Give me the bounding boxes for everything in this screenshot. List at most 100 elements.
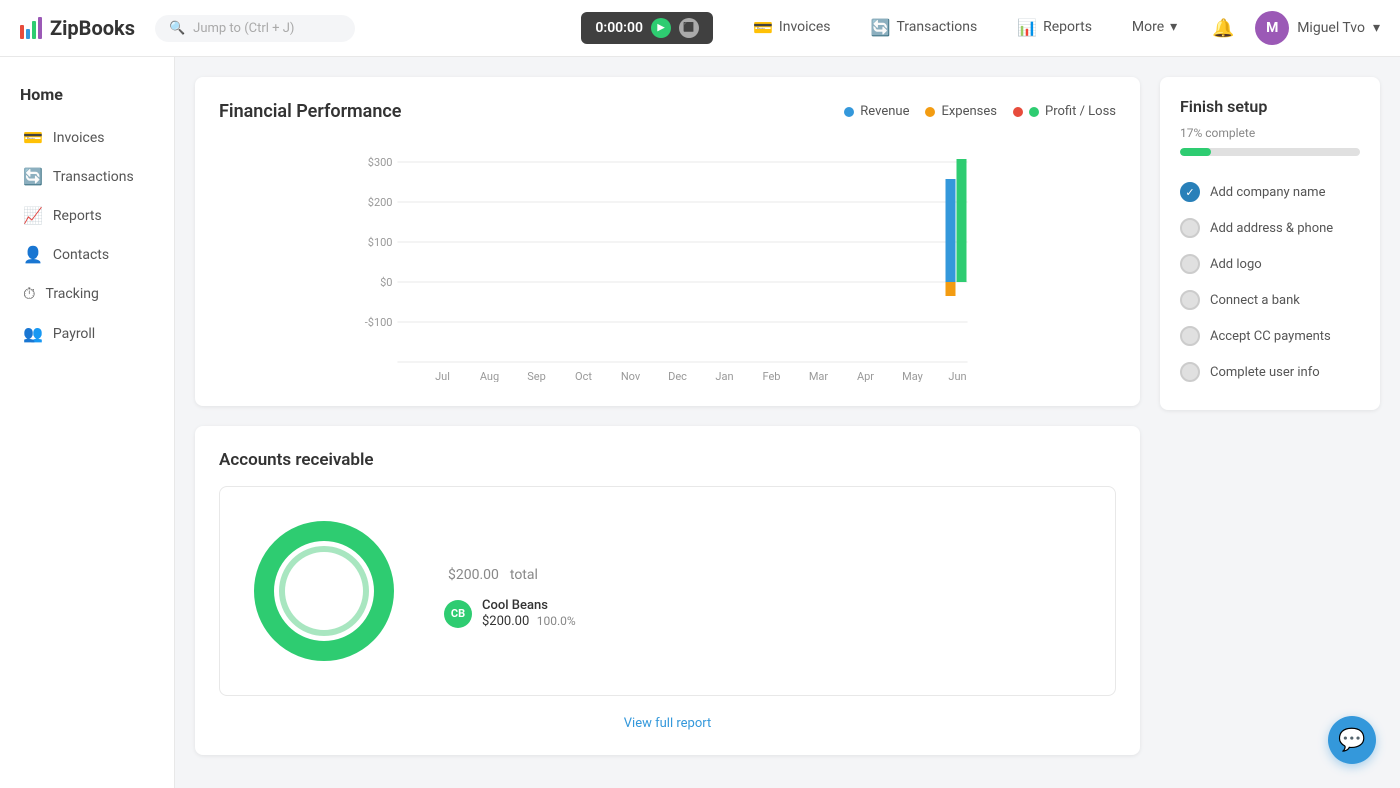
user-chevron-icon: ▾ [1373, 20, 1380, 36]
setup-item-bank[interactable]: Connect a bank [1180, 282, 1360, 318]
sidebar-home: Home [0, 77, 174, 118]
sidebar: Home 💳 Invoices 🔄 Transactions 📈 Reports… [0, 57, 175, 788]
chart-svg: $300 $200 $100 $0 -$100 Jul Aug Sep Oct … [219, 142, 1116, 382]
client-amount-row: $200.00 100.0% [482, 613, 576, 629]
right-panel: Finish setup 17% complete ✓ Add company … [1160, 77, 1380, 768]
nav-item-transactions[interactable]: 🔄 Transactions [851, 0, 998, 57]
progress-bar-bg [1180, 148, 1360, 156]
nav-item-invoices[interactable]: 💳 Invoices [733, 0, 851, 57]
setup-item-cc[interactable]: Accept CC payments [1180, 318, 1360, 354]
chart-container: $300 $200 $100 $0 -$100 Jul Aug Sep Oct … [219, 142, 1116, 382]
check-logo [1180, 254, 1200, 274]
svg-text:Feb: Feb [763, 370, 781, 382]
timer-display: 0:00:00 [595, 20, 643, 36]
search-icon: 🔍 [169, 21, 185, 36]
accounts-item: CB Cool Beans $200.00 100.0% [444, 598, 576, 629]
setup-cc-label: Accept CC payments [1210, 329, 1331, 344]
timer-widget: 0:00:00 ▶ ⬛ [581, 12, 713, 44]
expenses-dot [925, 107, 935, 117]
header-nav: 💳 Invoices 🔄 Transactions 📊 Reports More… [733, 0, 1197, 57]
reports-sidebar-icon: 📈 [23, 206, 43, 225]
check-bank [1180, 290, 1200, 310]
legend-revenue-label: Revenue [860, 104, 909, 119]
sidebar-item-transactions[interactable]: 🔄 Transactions [0, 157, 174, 196]
sidebar-item-invoices[interactable]: 💳 Invoices [0, 118, 174, 157]
chat-button[interactable]: 💬 [1328, 716, 1376, 764]
main-layout: Home 💳 Invoices 🔄 Transactions 📈 Reports… [0, 57, 1400, 788]
nav-item-reports[interactable]: 📊 Reports [997, 0, 1112, 57]
setup-userinfo-label: Complete user info [1210, 365, 1320, 380]
setup-item-logo[interactable]: Add logo [1180, 246, 1360, 282]
accounts-inner: $200.00 total CB Cool Beans $200.00 [219, 486, 1116, 696]
svg-text:Jan: Jan [715, 370, 733, 382]
svg-text:Apr: Apr [857, 370, 874, 382]
setup-logo-label: Add logo [1210, 257, 1262, 272]
client-name: Cool Beans [482, 598, 576, 613]
sidebar-reports-label: Reports [53, 208, 102, 224]
progress-bar-fill [1180, 148, 1211, 156]
sidebar-transactions-label: Transactions [53, 169, 134, 185]
invoices-icon: 💳 [753, 18, 773, 37]
setup-item-company[interactable]: ✓ Add company name [1180, 174, 1360, 210]
svg-text:$300: $300 [368, 156, 393, 169]
svg-text:Mar: Mar [809, 370, 829, 382]
nav-reports-label: Reports [1043, 19, 1092, 35]
setup-item-userinfo[interactable]: Complete user info [1180, 354, 1360, 390]
setup-title: Finish setup [1180, 97, 1360, 116]
timer-play-button[interactable]: ▶ [651, 18, 671, 38]
donut-svg [244, 511, 404, 671]
invoices-sidebar-icon: 💳 [23, 128, 43, 147]
logo[interactable]: ZipBooks [20, 16, 135, 40]
transactions-sidebar-icon: 🔄 [23, 167, 43, 186]
fp-legend: Revenue Expenses Profit / Loss [844, 104, 1116, 119]
legend-expenses: Expenses [925, 104, 997, 119]
nav-more-label: More [1132, 19, 1164, 35]
financial-performance-card: Financial Performance Revenue Expenses [195, 77, 1140, 406]
sidebar-item-contacts[interactable]: 👤 Contacts [0, 235, 174, 274]
contacts-sidebar-icon: 👤 [23, 245, 43, 264]
tracking-sidebar-icon: ⏱ [23, 284, 35, 304]
bar-jun-expenses [946, 282, 956, 296]
client-details: Cool Beans $200.00 100.0% [482, 598, 576, 629]
svg-text:May: May [902, 370, 924, 382]
fp-title: Financial Performance [219, 101, 401, 122]
sidebar-tracking-label: Tracking [45, 286, 98, 302]
sidebar-item-payroll[interactable]: 👥 Payroll [0, 314, 174, 353]
sidebar-contacts-label: Contacts [53, 247, 109, 263]
svg-text:Sep: Sep [527, 370, 546, 382]
check-cc [1180, 326, 1200, 346]
setup-item-address[interactable]: Add address & phone [1180, 210, 1360, 246]
legend-expenses-label: Expenses [941, 104, 997, 119]
nav-transactions-label: Transactions [896, 19, 977, 35]
accounts-info: $200.00 total CB Cool Beans $200.00 [444, 553, 576, 629]
client-avatar: CB [444, 600, 472, 628]
header: ZipBooks 🔍 Jump to (Ctrl + J) 0:00:00 ▶ … [0, 0, 1400, 57]
svg-text:$200: $200 [368, 196, 393, 209]
view-report-link[interactable]: View full report [219, 716, 1116, 731]
accounts-receivable-card: Accounts receivable $200.00 [195, 426, 1140, 755]
total-amount: $200.00 [448, 567, 499, 583]
setup-bank-label: Connect a bank [1210, 293, 1300, 308]
check-company: ✓ [1180, 182, 1200, 202]
accounts-total: $200.00 total [444, 553, 576, 586]
user-menu-button[interactable]: M Miguel Tvo ▾ [1255, 11, 1380, 45]
client-pct: 100.0% [537, 614, 576, 628]
bar-jun-profit [957, 159, 967, 282]
main-content: Financial Performance Revenue Expenses [195, 77, 1140, 768]
chat-icon: 💬 [1338, 728, 1365, 753]
sidebar-item-reports[interactable]: 📈 Reports [0, 196, 174, 235]
user-avatar: M [1255, 11, 1289, 45]
svg-text:Nov: Nov [621, 370, 641, 382]
timer-stop-button[interactable]: ⬛ [679, 18, 699, 38]
setup-company-label: Add company name [1210, 185, 1325, 200]
sidebar-item-tracking[interactable]: ⏱ Tracking [0, 274, 174, 314]
content: Financial Performance Revenue Expenses [175, 57, 1400, 788]
check-address [1180, 218, 1200, 238]
svg-text:$100: $100 [368, 236, 393, 249]
notifications-button[interactable]: 🔔 [1207, 12, 1239, 44]
nav-item-more[interactable]: More ▾ [1112, 0, 1197, 57]
profit-green-dot [1029, 107, 1039, 117]
svg-text:-$100: -$100 [365, 316, 393, 329]
search-box[interactable]: 🔍 Jump to (Ctrl + J) [155, 15, 355, 42]
svg-text:$0: $0 [380, 276, 392, 289]
